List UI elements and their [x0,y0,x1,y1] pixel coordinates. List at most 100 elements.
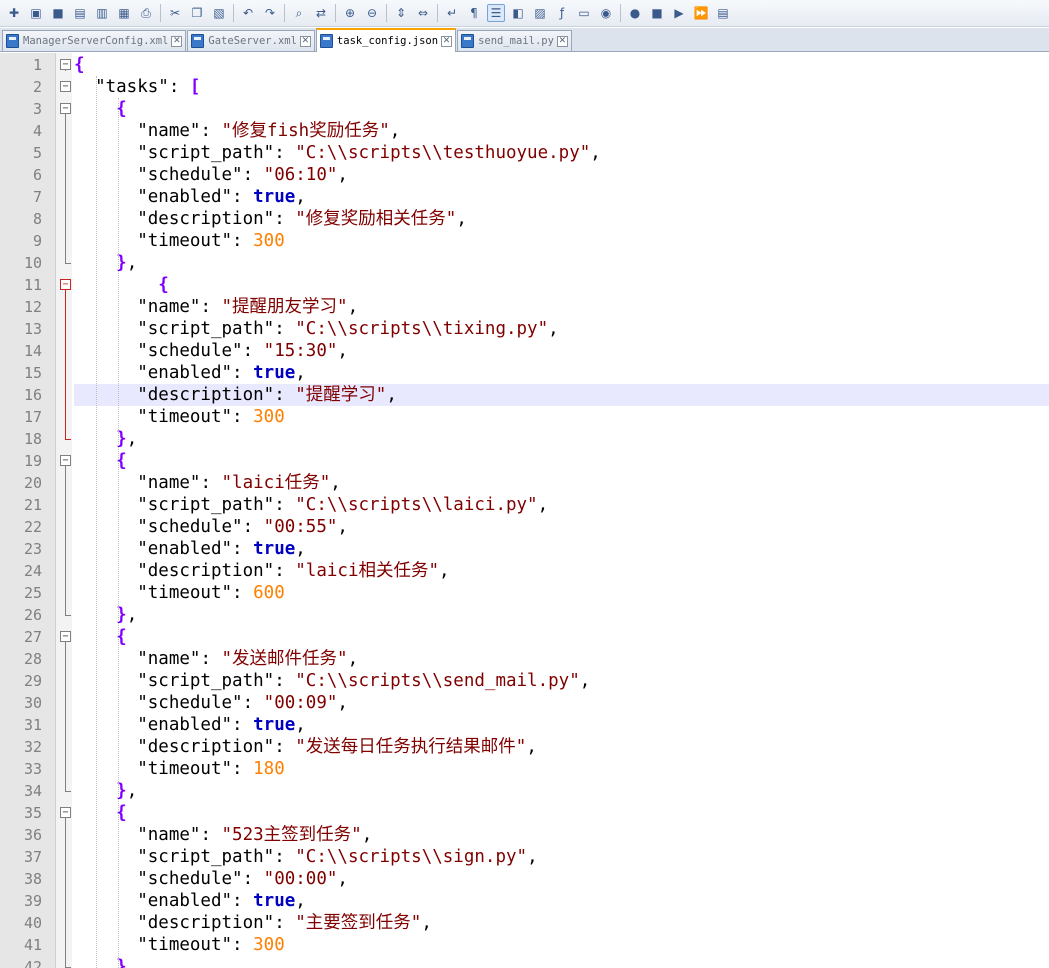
fold-toggle-icon[interactable]: − [60,631,71,642]
code-text[interactable]: "name": "laici任务", [74,472,1049,494]
tab-managerserverconfig-xml[interactable]: ManagerServerConfig.xml ✕ [2,30,187,51]
code-line[interactable]: 34 }, [0,780,1049,802]
find-button[interactable]: ⌕ [290,4,308,22]
user-language-button[interactable]: ◧ [509,4,527,22]
fold-toggle-icon[interactable]: − [60,59,71,70]
code-line[interactable]: 36 "name": "523主签到任务", [0,824,1049,846]
open-file-button[interactable]: ▣ [27,4,45,22]
code-text[interactable]: { [74,626,1049,648]
folder-workspace-button[interactable]: ▭ [575,4,593,22]
play-macro-button[interactable]: ▶ [670,4,688,22]
code-text[interactable]: "name": "发送邮件任务", [74,648,1049,670]
code-line[interactable]: 38 "schedule": "00:00", [0,868,1049,890]
close-all-button[interactable]: ▦ [115,4,133,22]
code-text[interactable]: }, [74,604,1049,626]
record-macro-button[interactable]: ● [626,4,644,22]
copy-button[interactable]: ❐ [188,4,206,22]
code-line[interactable]: 30 "schedule": "00:09", [0,692,1049,714]
code-line[interactable]: 12 "name": "提醒朋友学习", [0,296,1049,318]
code-line[interactable]: 24 "description": "laici相关任务", [0,560,1049,582]
code-text[interactable]: "script_path": "C:\\scripts\\testhuoyue.… [74,142,1049,164]
show-all-chars-button[interactable]: ¶ [465,4,483,22]
code-line[interactable]: 10 }, [0,252,1049,274]
code-text[interactable]: } [74,956,1049,968]
tab-task-config-json[interactable]: task_config.json ✕ [315,28,457,52]
code-line[interactable]: 23 "enabled": true, [0,538,1049,560]
fold-toggle-icon[interactable]: − [60,455,71,466]
code-text[interactable]: "description": "提醒学习", [74,384,1049,406]
code-text[interactable]: { [74,802,1049,824]
code-line[interactable]: 33 "timeout": 180 [0,758,1049,780]
code-text[interactable]: { [74,54,1049,76]
tab-close-icon[interactable]: ✕ [556,35,568,47]
run-macro-multiple-button[interactable]: ⏩ [692,4,710,22]
code-text[interactable]: "name": "提醒朋友学习", [74,296,1049,318]
tab-gateserver-xml[interactable]: GateServer.xml ✕ [187,30,315,51]
code-text[interactable]: }, [74,780,1049,802]
stop-macro-button[interactable]: ■ [648,4,666,22]
code-line[interactable]: 6 "schedule": "06:10", [0,164,1049,186]
fold-toggle-icon[interactable]: − [60,807,71,818]
code-text[interactable]: "timeout": 300 [74,406,1049,428]
code-line[interactable]: 32 "description": "发送每日任务执行结果邮件", [0,736,1049,758]
code-text[interactable]: "tasks": [ [74,76,1049,98]
code-text[interactable]: "script_path": "C:\\scripts\\send_mail.p… [74,670,1049,692]
code-line[interactable]: 17 "timeout": 300 [0,406,1049,428]
code-text[interactable]: "script_path": "C:\\scripts\\tixing.py", [74,318,1049,340]
code-line[interactable]: 13 "script_path": "C:\\scripts\\tixing.p… [0,318,1049,340]
code-text[interactable]: "enabled": true, [74,714,1049,736]
indent-guide-button[interactable]: ☰ [487,4,505,22]
code-line[interactable]: 35 − { [0,802,1049,824]
code-line[interactable]: 41 "timeout": 300 [0,934,1049,956]
code-line[interactable]: 31 "enabled": true, [0,714,1049,736]
code-line[interactable]: 5 "script_path": "C:\\scripts\\testhuoyu… [0,142,1049,164]
code-line[interactable]: 16 "description": "提醒学习", [0,384,1049,406]
code-line[interactable]: 22 "schedule": "00:55", [0,516,1049,538]
monitoring-button[interactable]: ◉ [597,4,615,22]
code-line[interactable]: 25 "timeout": 600 [0,582,1049,604]
code-line[interactable]: 28 "name": "发送邮件任务", [0,648,1049,670]
tab-close-icon[interactable]: ✕ [299,35,311,47]
tab-close-icon[interactable]: ✕ [441,35,453,47]
new-file-button[interactable]: ✚ [5,4,23,22]
code-text[interactable]: { [74,98,1049,120]
code-text[interactable]: "schedule": "06:10", [74,164,1049,186]
tab-send-mail-py[interactable]: send_mail.py ✕ [457,30,572,51]
zoom-in-button[interactable]: ⊕ [341,4,359,22]
zoom-out-button[interactable]: ⊖ [363,4,381,22]
doc-map-button[interactable]: ▨ [531,4,549,22]
code-text[interactable]: "schedule": "00:55", [74,516,1049,538]
redo-button[interactable]: ↷ [261,4,279,22]
code-line[interactable]: 3 − { [0,98,1049,120]
code-line[interactable]: 7 "enabled": true, [0,186,1049,208]
code-text[interactable]: "enabled": true, [74,890,1049,912]
code-line[interactable]: 21 "script_path": "C:\\scripts\\laici.py… [0,494,1049,516]
undo-button[interactable]: ↶ [239,4,257,22]
code-text[interactable]: "name": "523主签到任务", [74,824,1049,846]
code-line[interactable]: 26 }, [0,604,1049,626]
code-line[interactable]: 14 "schedule": "15:30", [0,340,1049,362]
code-text[interactable]: "timeout": 300 [74,230,1049,252]
save-button[interactable]: ■ [49,4,67,22]
code-text[interactable]: "timeout": 180 [74,758,1049,780]
cut-button[interactable]: ✂ [166,4,184,22]
code-text[interactable]: "enabled": true, [74,362,1049,384]
code-text[interactable]: "script_path": "C:\\scripts\\laici.py", [74,494,1049,516]
code-text[interactable]: "timeout": 600 [74,582,1049,604]
print-button[interactable]: ⎙ [137,4,155,22]
code-text[interactable]: "description": "主要签到任务", [74,912,1049,934]
tab-close-icon[interactable]: ✕ [171,35,183,47]
code-text[interactable]: "schedule": "15:30", [74,340,1049,362]
code-line[interactable]: 40 "description": "主要签到任务", [0,912,1049,934]
save-macro-button[interactable]: ▤ [714,4,732,22]
code-line[interactable]: 4 "name": "修复fish奖励任务", [0,120,1049,142]
code-text[interactable]: "description": "laici相关任务", [74,560,1049,582]
code-text[interactable]: "name": "修复fish奖励任务", [74,120,1049,142]
code-text[interactable]: "timeout": 300 [74,934,1049,956]
sync-horizontal-button[interactable]: ⇔ [414,4,432,22]
fold-toggle-icon[interactable]: − [60,81,71,92]
code-text[interactable]: }, [74,428,1049,450]
code-line[interactable]: 19 − { [0,450,1049,472]
code-line[interactable]: 39 "enabled": true, [0,890,1049,912]
code-text[interactable]: "schedule": "00:00", [74,868,1049,890]
